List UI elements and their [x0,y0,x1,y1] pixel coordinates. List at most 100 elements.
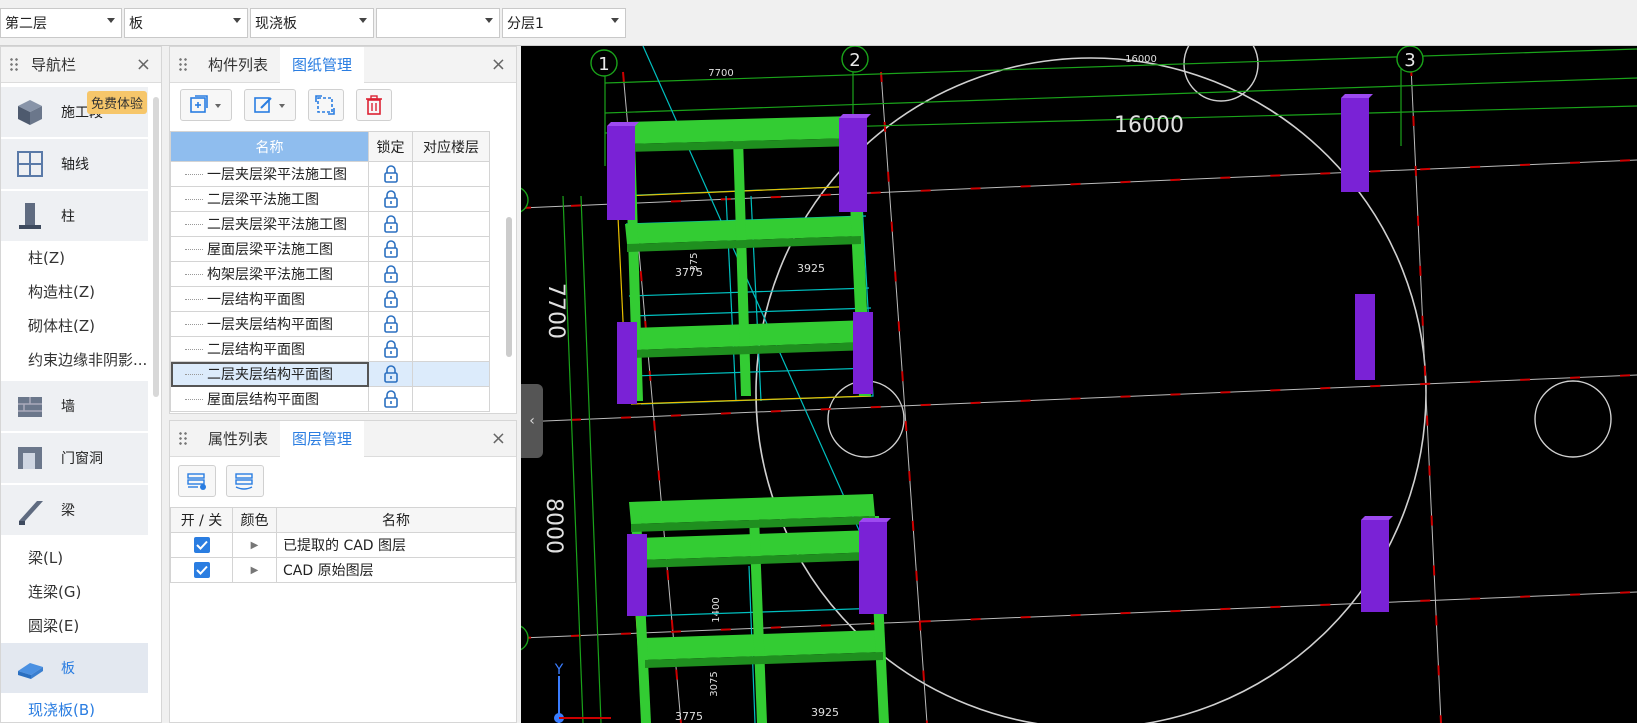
delete-drawing-button[interactable] [356,89,392,121]
nav-item-beam[interactable]: 梁 [1,485,148,535]
drawing-name: 二层夹层梁平法施工图 [170,211,369,237]
table-row[interactable]: 构架层梁平法施工图 [170,261,490,287]
lock-icon[interactable] [368,161,413,187]
drawing-floor-cell[interactable] [412,261,490,287]
cube-icon [15,97,45,127]
nav-scrollbar[interactable] [153,97,159,397]
table-row[interactable]: 二层夹层梁平法施工图 [170,211,490,237]
tab-layer-management[interactable]: 图层管理 [280,420,365,457]
drawing-panel-header: 构件列表 图纸管理 × [170,46,516,83]
free-trial-badge[interactable]: 免费体验 [87,91,148,114]
table-row[interactable]: 一层夹层梁平法施工图 [170,161,490,187]
edit-drawing-button[interactable] [244,89,296,121]
category-select[interactable]: 板 [124,8,248,38]
close-icon[interactable]: × [491,56,506,74]
lock-icon[interactable] [368,211,413,237]
tab-drawing-management[interactable]: 图纸管理 [280,46,365,83]
nav-item-column[interactable]: 柱 [1,191,148,241]
floor-select-value: 第二层 [5,16,47,32]
col-header-color[interactable]: 颜色 [232,507,277,533]
nav-sub-masonry-column[interactable]: 砌体柱(Z) [28,315,95,336]
lock-icon[interactable] [368,361,413,387]
close-icon[interactable]: × [491,430,506,448]
drag-handle-icon[interactable] [178,430,188,447]
drawing-table-wrap: 名称 锁定 对应楼层 一层夹层梁平法施工图 二层梁平法施工图 二层夹层梁平法施工图屋… [170,131,490,413]
col-header-lock[interactable]: 锁定 [368,131,413,162]
layer-panel: 属性列表 图层管理 × 开 / 关 颜色 名称 ▶ 已提取的 CAD 图层 ▶ … [169,420,517,723]
table-row[interactable]: 二层梁平法施工图 [170,186,490,212]
drawing-floor-cell[interactable] [412,311,490,337]
collapse-panel-handle[interactable]: ‹ [521,384,543,458]
show-layer-button[interactable] [178,465,216,497]
chevron-down-icon [611,18,619,23]
table-row[interactable]: 一层结构平面图 [170,286,490,312]
col-header-toggle[interactable]: 开 / 关 [170,507,233,533]
drag-handle-icon[interactable] [178,56,188,73]
drag-handle-icon[interactable] [9,56,19,73]
col-header-name[interactable]: 名称 [170,131,369,162]
drawing-floor-cell[interactable] [412,361,490,387]
drawing-floor-cell[interactable] [412,161,490,187]
add-drawing-button[interactable] [180,89,232,121]
nav-sub-column[interactable]: 柱(Z) [28,247,65,268]
table-row[interactable]: ▶ 已提取的 CAD 图层 [170,532,516,558]
nav-sub-construct-column[interactable]: 构造柱(Z) [28,281,95,302]
table-row[interactable]: 二层结构平面图 [170,336,490,362]
layer-table: 开 / 关 颜色 名称 ▶ 已提取的 CAD 图层 ▶ CAD 原始图层 [170,507,516,583]
drawing-table: 名称 锁定 对应楼层 一层夹层梁平法施工图 二层梁平法施工图 二层夹层梁平法施工图屋… [170,131,490,412]
column-icon [15,201,45,231]
nav-sub-ring-beam[interactable]: 圆梁(E) [28,615,79,636]
lock-icon[interactable] [368,186,413,212]
nav-item-door-window[interactable]: 门窗洞 [1,433,148,483]
component-type-value: 现浇板 [255,16,297,32]
close-icon[interactable]: × [136,56,151,74]
nav-sub-boundary[interactable]: 约束边缘非阴影... [28,349,147,370]
lock-icon[interactable] [368,336,413,362]
layer-select[interactable]: 分层1 [502,8,626,38]
drawing-floor-cell[interactable] [412,386,490,412]
nav-sub-beam[interactable]: 梁(L) [28,547,63,568]
table-row[interactable]: 屋面层梁平法施工图 [170,236,490,262]
drawing-panel: 构件列表 图纸管理 × 名称 锁定 对应楼层 一层夹层梁平法施工图 二层梁平法施工… [169,46,517,414]
nav-item-construction-stage[interactable]: 施工段 免费体验 [1,87,148,137]
drawing-floor-cell[interactable] [412,236,490,262]
lock-icon[interactable] [368,236,413,262]
drawing-name: 屋面层结构平面图 [170,386,369,412]
drawing-floor-cell[interactable] [412,286,490,312]
lock-icon[interactable] [368,286,413,312]
split-drawing-button[interactable] [308,89,344,121]
lock-icon[interactable] [368,261,413,287]
table-row[interactable]: 二层夹层结构平面图 [170,361,490,387]
chevron-down-icon [359,18,367,23]
lock-icon[interactable] [368,311,413,337]
drawing-scrollbar[interactable] [506,217,512,357]
table-row[interactable]: 一层夹层结构平面图 [170,311,490,337]
checkbox-checked-icon[interactable] [193,537,210,553]
axis-label-1: 1 [598,54,609,75]
component-type-select[interactable]: 现浇板 [250,8,374,38]
expand-arrow-icon[interactable]: ▶ [232,557,277,583]
component-name-select[interactable] [376,8,500,38]
tab-property-list[interactable]: 属性列表 [196,421,280,457]
drawing-floor-cell[interactable] [412,336,490,362]
drawing-floor-cell[interactable] [412,186,490,212]
expand-arrow-icon[interactable]: ▶ [232,532,277,558]
nav-item-wall[interactable]: 墙 [1,381,148,431]
floor-select[interactable]: 第二层 [0,8,122,38]
col-header-floor[interactable]: 对应楼层 [412,131,490,162]
nav-sub-cast-slab[interactable]: 现浇板(B) [28,699,95,720]
table-row[interactable]: 屋面层结构平面图 [170,386,490,412]
cad-viewport[interactable]: 1 2 3 G E 7700 16000 16000 7700 8000 377… [521,46,1637,723]
checkbox-checked-icon[interactable] [193,562,210,578]
tab-component-list[interactable]: 构件列表 [196,47,280,83]
column [1355,294,1375,380]
lock-icon[interactable] [368,386,413,412]
table-row[interactable]: ▶ CAD 原始图层 [170,557,516,583]
hide-layer-button[interactable] [226,465,264,497]
nav-item-axis[interactable]: 轴线 [1,139,148,189]
nav-item-slab[interactable]: 板 [1,643,148,693]
col-header-layer-name[interactable]: 名称 [276,507,516,533]
dim-text: 3925 [797,262,825,275]
drawing-floor-cell[interactable] [412,211,490,237]
nav-sub-coupling-beam[interactable]: 连梁(G) [28,581,81,602]
